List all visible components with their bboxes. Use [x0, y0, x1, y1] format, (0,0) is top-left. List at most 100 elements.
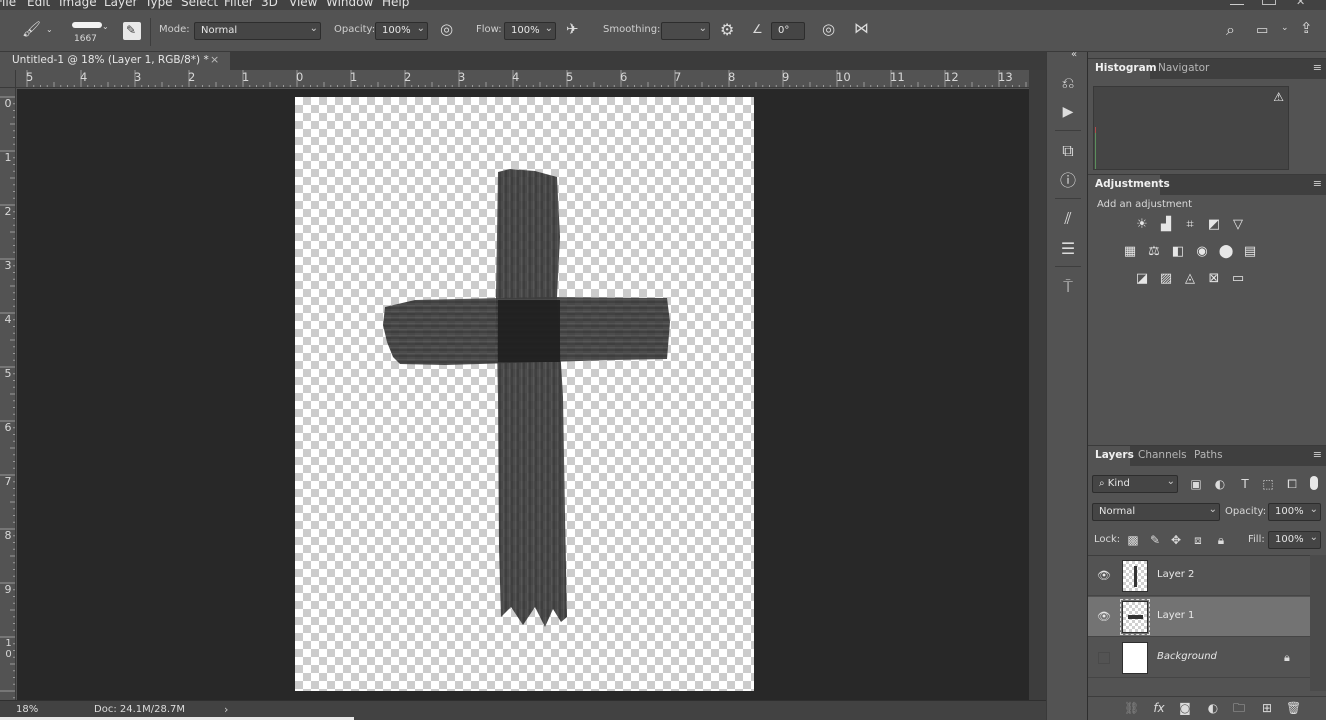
- layer-opacity-field[interactable]: 100% ⌄: [1268, 503, 1321, 521]
- selective-color-icon[interactable]: ⊠: [1206, 271, 1222, 287]
- new-layer-icon[interactable]: ⊞: [1260, 701, 1274, 715]
- workspace-icon[interactable]: ▭: [1256, 24, 1268, 37]
- share-icon[interactable]: ⇪: [1300, 21, 1313, 36]
- visibility-eye-icon[interactable]: 👁︎: [1096, 610, 1112, 624]
- menu-type[interactable]: Type: [145, 0, 173, 9]
- vertical-ruler[interactable]: 0 1 2 3 4 5 6 7 8 9 10: [0, 88, 16, 700]
- ruler-corner[interactable]: [0, 70, 16, 88]
- color-balance-icon[interactable]: ⚖: [1146, 244, 1162, 260]
- panel-menu-icon[interactable]: ≡: [1313, 448, 1322, 461]
- menu-select[interactable]: Select: [181, 0, 218, 9]
- layers-scrollbar[interactable]: [1310, 555, 1326, 691]
- tab-histogram[interactable]: Histogram: [1095, 62, 1157, 74]
- channel-mixer-icon[interactable]: ⬤: [1218, 244, 1234, 260]
- brush-settings-panel-icon[interactable]: ✎: [123, 22, 141, 40]
- document-tab[interactable]: Untitled-1 @ 18% (Layer 1, RGB/8*) * ×: [0, 52, 230, 70]
- history-icon[interactable]: ⎌: [1057, 72, 1079, 94]
- panel-menu-icon[interactable]: ≡: [1313, 61, 1322, 74]
- hue-saturation-icon[interactable]: ▦: [1122, 244, 1138, 260]
- black-white-icon[interactable]: ◧: [1170, 244, 1186, 260]
- clone-source-icon[interactable]: ⍑: [1057, 276, 1079, 298]
- lock-image-icon[interactable]: ✎: [1148, 533, 1162, 547]
- panel-menu-icon[interactable]: ≡: [1313, 177, 1322, 190]
- brush-picker-chevron-icon[interactable]: ⌄: [102, 23, 109, 31]
- layer-filter-kind[interactable]: ⌕ Kind ⌄: [1092, 475, 1178, 493]
- menu-help[interactable]: Help: [382, 0, 409, 9]
- lock-all-icon[interactable]: 🔒︎: [1214, 533, 1228, 547]
- levels-icon[interactable]: ▟: [1158, 217, 1174, 233]
- filter-pixel-icon[interactable]: ▣: [1189, 477, 1203, 491]
- canvas-vertical-scrollbar[interactable]: [1029, 70, 1046, 700]
- threshold-icon[interactable]: ◬: [1182, 271, 1198, 287]
- new-adjustment-layer-icon[interactable]: ◐: [1206, 701, 1220, 715]
- invert-icon[interactable]: ◪: [1134, 271, 1150, 287]
- workspace-chevron-icon[interactable]: ⌄: [1281, 24, 1289, 33]
- color-lookup-icon[interactable]: ▤: [1242, 244, 1258, 260]
- visibility-eye-icon[interactable]: 👁︎: [1096, 569, 1112, 583]
- flow-field[interactable]: 100% ⌄: [504, 22, 556, 40]
- menu-layer[interactable]: Layer: [104, 0, 137, 9]
- pressure-opacity-icon[interactable]: ◎: [440, 22, 453, 37]
- filter-adjustment-icon[interactable]: ◐: [1213, 477, 1227, 491]
- tab-paths[interactable]: Paths: [1194, 449, 1223, 461]
- menu-3d[interactable]: 3D: [261, 0, 278, 9]
- tool-preset-chevron-icon[interactable]: ⌄: [46, 26, 53, 34]
- restore-icon[interactable]: [1262, 0, 1276, 5]
- photo-filter-icon[interactable]: ◉: [1194, 244, 1210, 260]
- tab-navigator[interactable]: Navigator: [1158, 62, 1209, 74]
- layer-style-fx-icon[interactable]: fx: [1152, 701, 1166, 715]
- smoothing-options-gear-icon[interactable]: ⚙: [720, 22, 734, 38]
- menu-image[interactable]: Image: [59, 0, 97, 9]
- lock-transparent-icon[interactable]: ▩: [1126, 533, 1140, 547]
- blend-mode-select[interactable]: Normal ⌄: [1092, 503, 1220, 521]
- menu-file[interactable]: File: [0, 0, 16, 9]
- collapse-dock-icon[interactable]: «: [1071, 50, 1077, 60]
- angle-field[interactable]: 0°: [771, 22, 805, 40]
- lock-artboard-icon[interactable]: ⧈: [1191, 533, 1205, 547]
- gradient-map-icon[interactable]: ▭: [1230, 271, 1246, 287]
- layer-name[interactable]: Layer 1: [1157, 610, 1194, 621]
- visibility-toggle-off[interactable]: [1098, 652, 1110, 664]
- add-mask-icon[interactable]: ◙: [1178, 701, 1192, 715]
- filter-smart-object-icon[interactable]: ⧠: [1285, 477, 1299, 491]
- airbrush-icon[interactable]: ✈: [566, 22, 579, 37]
- menu-window[interactable]: Window: [326, 0, 373, 9]
- close-window-icon[interactable]: ✕: [1296, 0, 1310, 8]
- 3d-cube-icon[interactable]: ⧉: [1057, 140, 1079, 162]
- exposure-icon[interactable]: ◩: [1206, 217, 1222, 233]
- menu-filter[interactable]: Filter: [224, 0, 254, 9]
- link-layers-icon[interactable]: ⛓: [1124, 701, 1139, 715]
- layer-row-layer-1[interactable]: 👁︎ Layer 1: [1088, 597, 1310, 637]
- mode-select[interactable]: Normal ⌄: [194, 22, 321, 40]
- brush-presets-icon[interactable]: ☰: [1057, 238, 1079, 260]
- layer-row-layer-2[interactable]: 👁︎ Layer 2: [1088, 556, 1310, 596]
- document-canvas[interactable]: [295, 97, 754, 691]
- horizontal-ruler[interactable]: 5 4 3 2 1 0 1 2 3 4 5 6 7 8 9 10 11 12 1…: [16, 70, 1046, 88]
- symmetry-butterfly-icon[interactable]: ⋈: [854, 21, 869, 36]
- curves-icon[interactable]: ⌗: [1182, 217, 1198, 233]
- menu-view[interactable]: View: [289, 0, 317, 9]
- zoom-level[interactable]: 18%: [16, 704, 38, 715]
- lock-position-icon[interactable]: ✥: [1169, 533, 1183, 547]
- layer-name[interactable]: Layer 2: [1157, 569, 1194, 580]
- layer-row-background[interactable]: Background 🔒︎: [1088, 638, 1310, 678]
- filter-toggle[interactable]: [1310, 476, 1318, 490]
- tab-layers[interactable]: Layers: [1095, 449, 1134, 461]
- search-icon[interactable]: ⌕: [1226, 22, 1235, 38]
- menu-edit[interactable]: Edit: [27, 0, 50, 9]
- tab-adjustments[interactable]: Adjustments: [1095, 178, 1170, 190]
- brush-tip-preview[interactable]: [72, 22, 102, 28]
- brightness-contrast-icon[interactable]: ☀: [1134, 217, 1150, 233]
- delete-layer-trash-icon[interactable]: 🗑︎: [1286, 701, 1301, 715]
- pressure-size-icon[interactable]: ◎: [822, 22, 835, 37]
- smoothing-field[interactable]: ⌄: [661, 22, 710, 40]
- info-icon[interactable]: ⓘ: [1057, 170, 1079, 192]
- status-menu-arrow-icon[interactable]: ›: [224, 703, 228, 716]
- histogram-warning-icon[interactable]: ⚠: [1273, 90, 1284, 104]
- tab-channels[interactable]: Channels: [1138, 449, 1187, 461]
- filter-shape-icon[interactable]: ⬚: [1261, 477, 1275, 491]
- brush-settings-icon[interactable]: ⫽: [1057, 208, 1079, 230]
- fill-field[interactable]: 100% ⌄: [1268, 531, 1321, 549]
- actions-play-icon[interactable]: ▶: [1057, 101, 1079, 123]
- brush-tool-icon[interactable]: 🖌: [22, 22, 41, 37]
